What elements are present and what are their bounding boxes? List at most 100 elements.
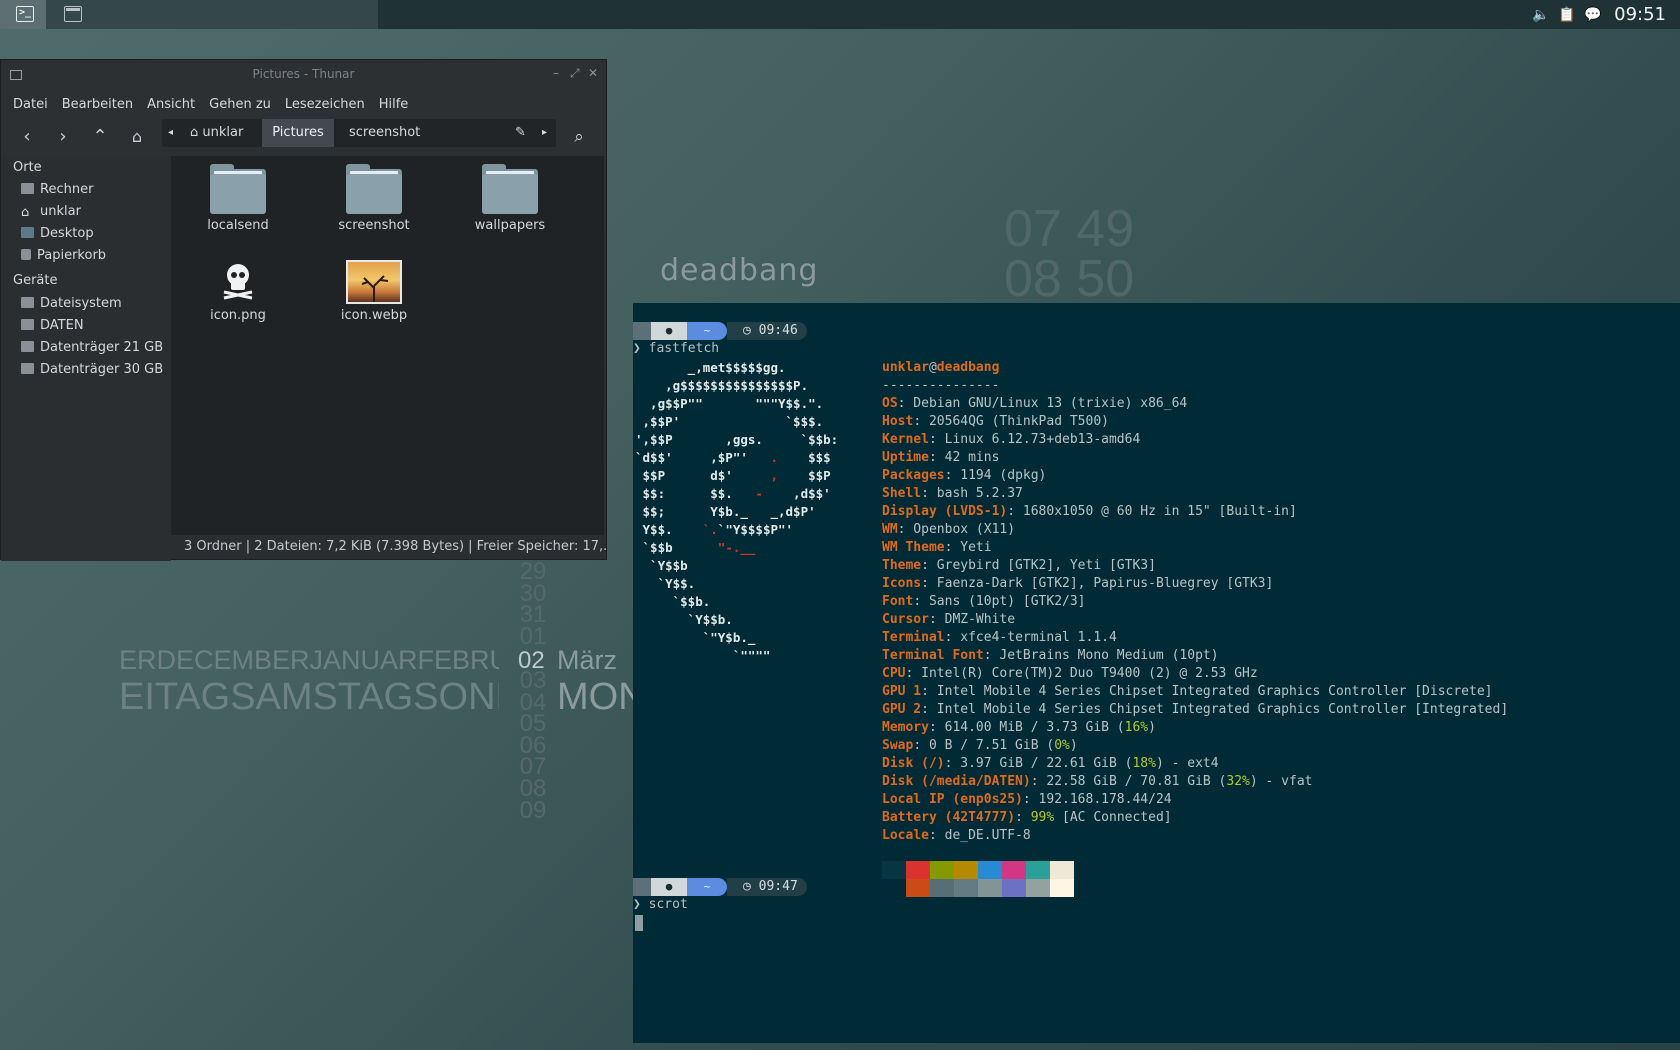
file-name: localsend (207, 218, 269, 233)
sidebar-item-label: unklar (40, 204, 81, 219)
search-icon[interactable]: ⌕ (568, 126, 590, 148)
info-line: GPU 2: Intel Mobile 4 Series Chipset Int… (882, 702, 1508, 717)
minimize-icon[interactable]: – (553, 66, 559, 80)
menu-bearbeiten[interactable]: Bearbeiten (55, 97, 140, 112)
info-value: : Greybird [GTK2], Yeti [GTK3] (921, 558, 1156, 573)
panel-clock[interactable]: 09:51 (1606, 4, 1680, 25)
folder-icon (210, 164, 266, 214)
info-line: Swap: 0 B / 7.51 GiB (0%) (882, 738, 1078, 753)
terminal-icon: >_ (16, 6, 34, 22)
calendar-current-month: März (557, 645, 617, 675)
taskbar-thunar-button[interactable] (46, 0, 378, 29)
home-icon[interactable]: ⌂ (126, 126, 148, 148)
skull-icon (223, 264, 253, 300)
edit-path-icon[interactable]: ✎ (515, 119, 526, 147)
maximize-icon[interactable]: ⤢ (570, 66, 580, 81)
menu-hilfe[interactable]: Hilfe (372, 97, 416, 112)
file-name: wallpapers (474, 218, 546, 233)
sidebar-item-datentraeger-30[interactable]: Datenträger 30 GB (21, 362, 163, 377)
drive-icon (21, 341, 34, 352)
info-key: GPU 2 (882, 702, 922, 717)
palette-swatch (1026, 861, 1050, 879)
path-scroll-right-icon[interactable]: ▸ (542, 119, 547, 147)
info-key: WM Theme (882, 540, 945, 555)
calendar-numbers-below: 03 04 05 06 07 08 09 (518, 669, 548, 822)
info-key: OS (882, 396, 898, 411)
forward-icon[interactable]: › (52, 126, 74, 148)
info-key: Shell (882, 486, 922, 501)
palette-swatch (1002, 861, 1026, 879)
file-item-folder[interactable]: screenshot (319, 164, 429, 233)
info-key: Terminal (882, 630, 945, 645)
info-value: : JetBrains Mono Medium (10pt) (983, 648, 1219, 663)
menu-datei[interactable]: Datei (6, 97, 55, 112)
info-value: : Intel Mobile 4 Series Chipset Integrat… (921, 702, 1509, 717)
info-value: : Yeti (944, 540, 992, 555)
info-key: Theme (882, 558, 922, 573)
sidebar-header-places: Orte (13, 160, 42, 175)
path-scroll-left-icon[interactable]: ◂ (168, 119, 173, 147)
palette-swatch (906, 861, 930, 879)
file-view[interactable]: localsend screenshot wallpapers icon.png (171, 156, 604, 535)
info-key: Disk (/) (882, 756, 945, 771)
palette-swatch (954, 879, 978, 897)
menu-gehen-zu[interactable]: Gehen zu (202, 97, 278, 112)
sidebar-header-devices: Geräte (13, 273, 58, 288)
prompt-time: ◷ 09:46 (727, 322, 807, 340)
info-value: : DMZ-White (928, 612, 1016, 627)
up-icon[interactable]: ⌃ (89, 126, 111, 148)
command-line: ❯ fastfetch (633, 341, 720, 356)
close-icon[interactable]: ✕ (588, 66, 598, 80)
path-segment-next[interactable]: screenshot (349, 119, 420, 147)
info-value: : 1194 (dpkg) (944, 468, 1047, 483)
file-item-image[interactable]: icon.webp (319, 260, 429, 323)
info-line: GPU 1: Intel Mobile 4 Series Chipset Int… (882, 684, 1493, 699)
location-bar: ◂ ⌂ unklar Pictures screenshot ✎ ▸ (162, 119, 556, 147)
chat-icon[interactable]: 💬 (1580, 0, 1606, 29)
file-item-folder[interactable]: localsend (183, 164, 293, 233)
back-icon[interactable]: ‹ (16, 126, 38, 148)
file-item-image[interactable]: icon.png (183, 260, 293, 323)
clock-widget-row-1: 07 49 (1004, 200, 1135, 258)
path-segment-home[interactable]: ⌂ unklar (190, 119, 256, 147)
clock-widget-row-2: 08 50 (1004, 250, 1135, 308)
sidebar-item-rechner[interactable]: Rechner (21, 182, 93, 197)
taskbar-terminal-button[interactable]: >_ (0, 0, 46, 29)
info-value: ) (1148, 720, 1156, 735)
thunar-window: Pictures - Thunar – ⤢ ✕ Datei Bearbeiten… (0, 59, 607, 561)
clipboard-icon[interactable]: 📋 (1554, 0, 1580, 29)
terminal-window[interactable]: ● ~ ◷ 09:46 ❯ fastfetch _,met$$$$$gg. ,g… (633, 303, 1680, 1043)
computer-icon (21, 183, 34, 194)
palette-swatch (978, 879, 1002, 897)
menu-lesezeichen[interactable]: Lesezeichen (278, 97, 372, 112)
sidebar-item-papierkorb[interactable]: Papierkorb (21, 248, 106, 263)
sidebar-item-unklar[interactable]: ⌂ unklar (21, 204, 81, 220)
info-key: Icons (882, 576, 922, 591)
speaker-icon[interactable]: 🔈 (1528, 0, 1554, 29)
info-line: WM Theme: Yeti (882, 540, 992, 555)
menu-ansicht[interactable]: Ansicht (140, 97, 202, 112)
file-name: screenshot (338, 218, 410, 233)
path-segment-label: unklar (202, 125, 244, 140)
window-icon (64, 6, 82, 22)
palette-swatch (930, 861, 954, 879)
sidebar-item-dateisystem[interactable]: Dateisystem (21, 296, 122, 311)
info-line: Local IP (enp0s25): 192.168.178.44/24 (882, 792, 1172, 807)
sidebar-item-label: Rechner (40, 182, 94, 197)
info-value: ) (1069, 738, 1078, 753)
sidebar-item-daten[interactable]: DATEN (21, 318, 84, 333)
path-segment-current[interactable]: Pictures (262, 119, 334, 147)
sidebar-item-desktop[interactable]: Desktop (21, 226, 94, 241)
file-item-folder[interactable]: wallpapers (455, 164, 565, 233)
prompt-bar: ● ~ ◷ 09:46 (633, 322, 813, 340)
info-key: Font (882, 594, 914, 609)
sidebar-item-label: Papierkorb (37, 248, 107, 263)
hostname-logo: deadbang (660, 253, 819, 288)
info-value: : Sans (10pt) [GTK2/3] (913, 594, 1086, 609)
info-value: : Intel Mobile 4 Series Chipset Integrat… (921, 684, 1493, 699)
sidebar: Orte Rechner ⌂ unklar Desktop Papierkorb … (1, 156, 171, 561)
info-line: Terminal Font: JetBrains Mono Medium (10… (882, 648, 1219, 663)
info-value: [AC Connected] (1054, 810, 1172, 825)
sidebar-item-datentraeger-21[interactable]: Datenträger 21 GB (21, 340, 163, 355)
window-titlebar[interactable]: Pictures - Thunar – ⤢ ✕ (1, 60, 606, 90)
